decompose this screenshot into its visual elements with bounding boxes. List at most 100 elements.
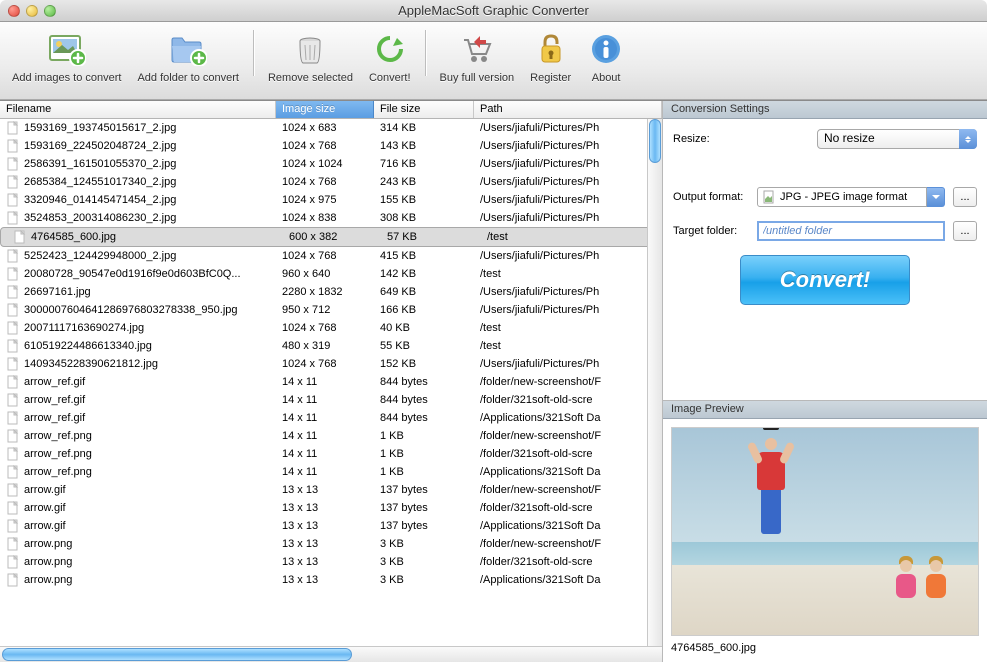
table-row[interactable]: arrow.png13 x 133 KB/folder/new-screensh… (0, 535, 662, 553)
table-row[interactable]: 1409345228390621812.jpg1024 x 768152 KB/… (0, 355, 662, 373)
vertical-scroll-thumb[interactable] (649, 119, 661, 163)
table-row[interactable]: arrow_ref.png14 x 111 KB/folder/new-scre… (0, 427, 662, 445)
horizontal-scrollbar[interactable] (0, 646, 662, 662)
cell-filename: arrow_ref.png (0, 465, 276, 479)
conversion-settings-heading: Conversion Settings (663, 101, 987, 119)
table-row[interactable]: arrow_ref.png14 x 111 KB/folder/321soft-… (0, 445, 662, 463)
table-row[interactable]: 1593169_193745015617_2.jpg1024 x 683314 … (0, 119, 662, 137)
table-row[interactable]: arrow.gif13 x 13137 bytes/Applications/3… (0, 517, 662, 535)
cell-file-size: 844 bytes (374, 394, 474, 406)
register-button[interactable]: Register (522, 28, 579, 86)
table-row[interactable]: 3524853_200314086230_2.jpg1024 x 838308 … (0, 209, 662, 227)
table-row[interactable]: 2685384_124551017340_2.jpg1024 x 768243 … (0, 173, 662, 191)
table-row[interactable]: 26697161.jpg2280 x 1832649 KB/Users/jiaf… (0, 283, 662, 301)
convert-button[interactable]: Convert! (740, 255, 910, 305)
cell-path: /Applications/321Soft Da (474, 574, 662, 586)
cell-image-size: 14 x 11 (276, 430, 374, 442)
cell-file-size: 243 KB (374, 176, 474, 188)
cell-file-size: 1 KB (374, 430, 474, 442)
cell-file-size: 314 KB (374, 122, 474, 134)
cell-filename: arrow.gif (0, 501, 276, 515)
table-row[interactable]: arrow.png13 x 133 KB/folder/321soft-old-… (0, 553, 662, 571)
table-row[interactable]: 20071117163690274.jpg1024 x 76840 KB/tes… (0, 319, 662, 337)
output-format-label: Output format: (673, 191, 753, 203)
cell-filename: 5252423_124429948000_2.jpg (0, 249, 276, 263)
cell-image-size: 950 x 712 (276, 304, 374, 316)
resize-select[interactable]: No resize (817, 129, 977, 149)
table-row[interactable]: arrow.gif13 x 13137 bytes/folder/new-scr… (0, 481, 662, 499)
close-window-button[interactable] (8, 5, 20, 17)
output-format-dropdown-button[interactable] (927, 187, 945, 207)
output-format-field[interactable]: JPG - JPEG image format (757, 187, 927, 207)
cell-file-size: 308 KB (374, 212, 474, 224)
register-label: Register (530, 72, 571, 84)
cell-path: /Users/jiafuli/Pictures/Ph (474, 304, 662, 316)
table-row[interactable]: 20080728_90547e0d1916f9e0d603BfC0Q...960… (0, 265, 662, 283)
cell-path: /folder/321soft-old-scre (474, 394, 662, 406)
buy-full-version-button[interactable]: Buy full version (432, 28, 523, 86)
cell-image-size: 13 x 13 (276, 538, 374, 550)
cell-file-size: 844 bytes (374, 412, 474, 424)
table-body[interactable]: 1593169_193745015617_2.jpg1024 x 683314 … (0, 119, 662, 646)
table-row[interactable]: 5252423_124429948000_2.jpg1024 x 768415 … (0, 247, 662, 265)
table-row[interactable]: 4764585_600.jpg600 x 38257 KB/test (0, 227, 662, 247)
table-row[interactable]: 610519224486613340.jpg480 x 31955 KB/tes… (0, 337, 662, 355)
output-format-options-button[interactable]: ... (953, 187, 977, 207)
horizontal-scroll-thumb[interactable] (2, 648, 352, 661)
cell-path: /folder/new-screenshot/F (474, 430, 662, 442)
minimize-window-button[interactable] (26, 5, 38, 17)
column-file-size[interactable]: File size (374, 101, 474, 118)
cell-file-size: 143 KB (374, 140, 474, 152)
vertical-scrollbar[interactable] (647, 119, 662, 646)
cell-path: /Users/jiafuli/Pictures/Ph (474, 358, 662, 370)
about-button[interactable]: About (579, 28, 633, 86)
table-row[interactable]: arrow_ref.gif14 x 11844 bytes/folder/new… (0, 373, 662, 391)
cell-file-size: 152 KB (374, 358, 474, 370)
table-row[interactable]: 3000007604641286976803278338_950.jpg950 … (0, 301, 662, 319)
table-row[interactable]: 1593169_224502048724_2.jpg1024 x 768143 … (0, 137, 662, 155)
table-row[interactable]: arrow_ref.png14 x 111 KB/Applications/32… (0, 463, 662, 481)
target-folder-input[interactable] (757, 221, 945, 241)
target-folder-browse-button[interactable]: ... (953, 221, 977, 241)
table-row[interactable]: arrow_ref.gif14 x 11844 bytes/folder/321… (0, 391, 662, 409)
cell-file-size: 55 KB (374, 340, 474, 352)
target-folder-label: Target folder: (673, 225, 753, 237)
remove-selected-button[interactable]: Remove selected (260, 28, 361, 86)
zoom-window-button[interactable] (44, 5, 56, 17)
cell-image-size: 14 x 11 (276, 448, 374, 460)
column-path[interactable]: Path (474, 101, 662, 118)
table-row[interactable]: 3320946_014145471454_2.jpg1024 x 975155 … (0, 191, 662, 209)
table-row[interactable]: 2586391_161501055370_2.jpg1024 x 1024716… (0, 155, 662, 173)
convert-toolbar-label: Convert! (369, 72, 411, 84)
cell-filename: 3000007604641286976803278338_950.jpg (0, 303, 276, 317)
cell-filename: arrow.gif (0, 483, 276, 497)
output-format-value: JPG - JPEG image format (780, 191, 907, 203)
column-image-size[interactable]: Image size (276, 101, 374, 118)
cell-path: /Users/jiafuli/Pictures/Ph (474, 176, 662, 188)
add-folder-button[interactable]: Add folder to convert (129, 28, 247, 86)
cell-path: /Applications/321Soft Da (474, 466, 662, 478)
cell-filename: arrow.gif (0, 519, 276, 533)
cell-filename: 1409345228390621812.jpg (0, 357, 276, 371)
cell-file-size: 415 KB (374, 250, 474, 262)
cell-filename: 2685384_124551017340_2.jpg (0, 175, 276, 189)
cell-filename: arrow.png (0, 537, 276, 551)
convert-toolbar-button[interactable]: Convert! (361, 28, 419, 86)
table-row[interactable]: arrow.gif13 x 13137 bytes/folder/321soft… (0, 499, 662, 517)
cell-filename: 610519224486613340.jpg (0, 339, 276, 353)
cell-path: /folder/new-screenshot/F (474, 538, 662, 550)
cell-path: /test (481, 231, 641, 243)
cell-file-size: 1 KB (374, 448, 474, 460)
cell-file-size: 40 KB (374, 322, 474, 334)
add-images-button[interactable]: Add images to convert (4, 28, 129, 86)
cell-filename: arrow_ref.gif (0, 375, 276, 389)
table-row[interactable]: arrow_ref.gif14 x 11844 bytes/Applicatio… (0, 409, 662, 427)
column-filename[interactable]: Filename (0, 101, 276, 118)
about-label: About (592, 72, 621, 84)
table-header: Filename Image size File size Path (0, 101, 662, 119)
cell-path: /folder/321soft-old-scre (474, 502, 662, 514)
jpg-file-icon (762, 190, 776, 204)
table-row[interactable]: arrow.png13 x 133 KB/Applications/321Sof… (0, 571, 662, 589)
cell-file-size: 844 bytes (374, 376, 474, 388)
cell-file-size: 3 KB (374, 538, 474, 550)
